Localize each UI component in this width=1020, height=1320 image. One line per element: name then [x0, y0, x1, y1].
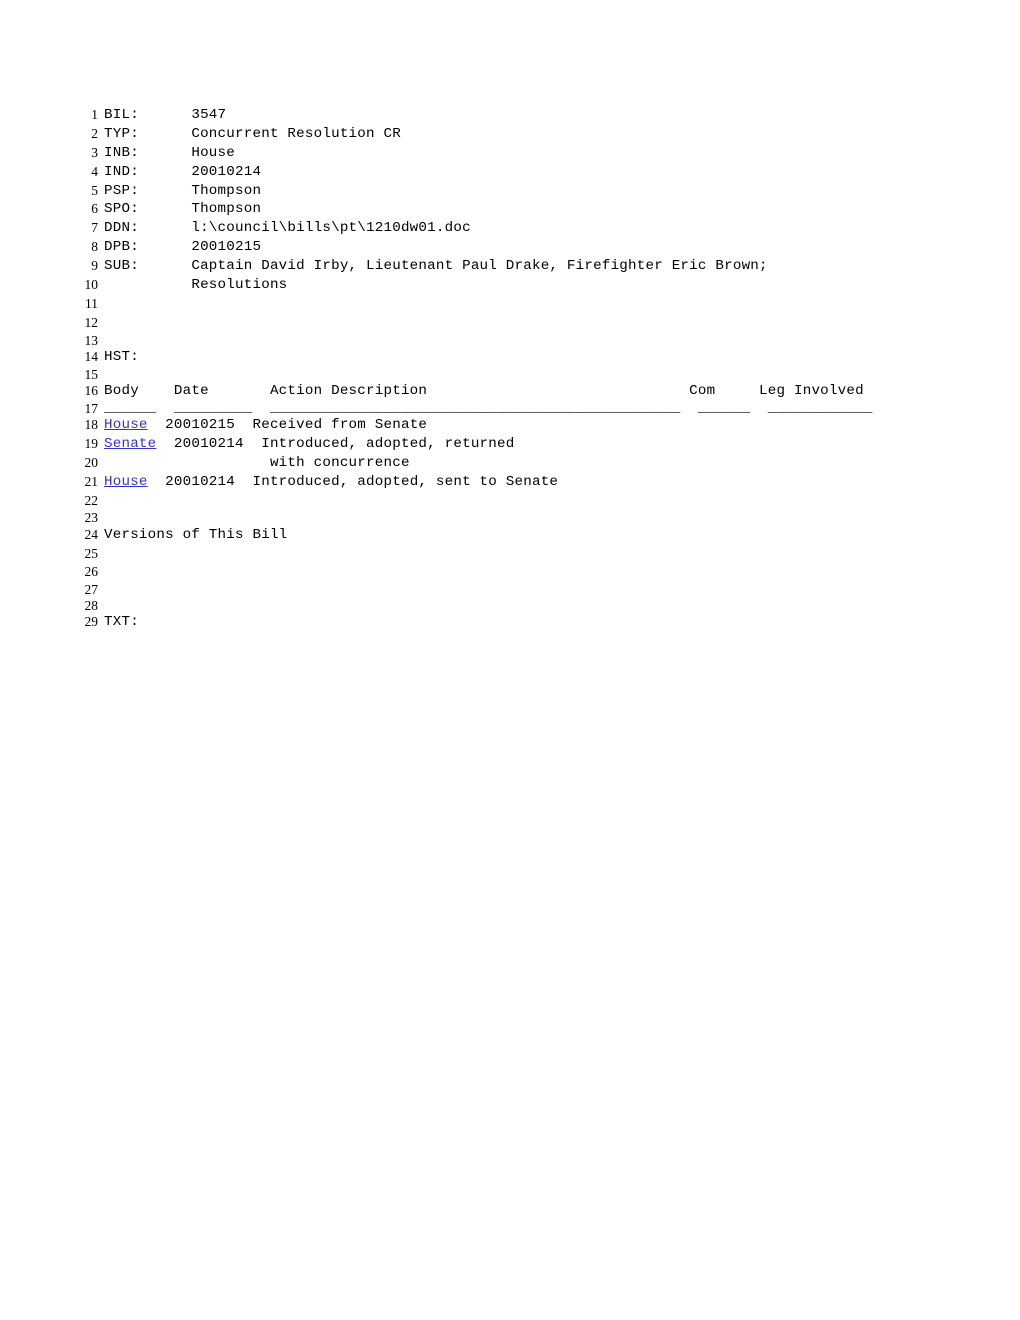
line-number: 1 — [91, 107, 98, 122]
history-column-rules: ______ _________ _______________________… — [104, 399, 873, 416]
line-number: 18 — [84, 417, 99, 433]
body-link-house[interactable]: House — [104, 417, 148, 433]
listing-line: 8 DPB: 20010215 — [72, 238, 952, 257]
history-row-content: House 20010214 Introduced, adopted, sent… — [104, 473, 558, 492]
listing-line: 10 Resolutions — [72, 276, 952, 295]
line-number: 14 — [84, 348, 99, 364]
listing-line: 6 SPO: Thompson — [72, 200, 952, 219]
line-number: 24 — [84, 526, 99, 542]
history-action-wrap: with concurrence — [104, 454, 410, 471]
listing-line: 15 — [72, 367, 952, 382]
line-number: 12 — [84, 314, 99, 330]
line-number: 16 — [84, 382, 99, 398]
document-page: 1 BIL: 3547 2 TYP: Concurrent Resolution… — [0, 0, 1020, 1320]
listing-line: 1 BIL: 3547 — [72, 106, 952, 125]
history-row-content: House 20010215 Received from Senate — [104, 416, 427, 435]
history-row-rest: 20010214 Introduced, adopted, returned — [156, 435, 515, 452]
listing-line: 13 — [72, 333, 952, 348]
line-number: 8 — [91, 239, 98, 255]
line-number: 20 — [84, 454, 99, 470]
listing-line: 7 DDN: l:\council\bills\pt\1210dw01.doc — [72, 219, 952, 238]
listing-line: 22 — [72, 492, 952, 511]
field-ddn: DDN: l:\council\bills\pt\1210dw01.doc — [104, 220, 471, 237]
history-row: 21 House 20010214 Introduced, adopted, s… — [72, 473, 952, 492]
field-typ: TYP: Concurrent Resolution CR — [104, 125, 401, 142]
listing-line: 11 — [72, 295, 952, 314]
body-link-house[interactable]: House — [104, 474, 148, 490]
field-psp: PSP: Thompson — [104, 182, 262, 199]
listing-line: 14 HST: — [72, 348, 952, 367]
field-ind: IND: 20010214 — [104, 163, 262, 180]
line-number: 13 — [84, 332, 99, 348]
line-number: 17 — [84, 400, 99, 416]
history-header-row: 16 Body Date Action Description Com Leg … — [72, 382, 952, 401]
line-number: 29 — [84, 613, 99, 629]
listing-line: 23 — [72, 510, 952, 525]
line-number: 15 — [84, 366, 99, 382]
line-number: 21 — [84, 473, 99, 489]
listing-line: 9 SUB: Captain David Irby, Lieutenant Pa… — [72, 257, 952, 276]
history-row: 18 House 20010215 Received from Senate — [72, 416, 952, 435]
listing-line: 28 — [72, 598, 952, 613]
listing-line: 3 INB: House — [72, 144, 952, 163]
field-sub-cont: Resolutions — [104, 277, 288, 294]
text-section-label: TXT: — [104, 613, 139, 630]
line-number: 22 — [84, 492, 99, 508]
line-number: 25 — [84, 545, 99, 561]
body-link-senate[interactable]: Senate — [104, 436, 156, 452]
line-number: 2 — [91, 125, 98, 141]
field-spo: SPO: Thompson — [104, 201, 262, 218]
line-number: 3 — [91, 144, 98, 160]
line-number: 6 — [91, 201, 98, 217]
history-row: 19 Senate 20010214 Introduced, adopted, … — [72, 435, 952, 454]
listing-line: 27 — [72, 582, 952, 597]
line-number: 4 — [91, 163, 98, 179]
history-column-headers: Body Date Action Description Com Leg Inv… — [104, 382, 864, 399]
line-number: 23 — [84, 510, 99, 526]
field-inb: INB: House — [104, 144, 236, 161]
listing-line: 25 — [72, 545, 952, 564]
history-section-label: HST: — [104, 348, 139, 365]
versions-heading-row: 24 Versions of This Bill — [72, 526, 952, 545]
versions-of-this-bill-heading: Versions of This Bill — [104, 526, 288, 543]
line-number: 5 — [91, 182, 98, 198]
line-number: 10 — [84, 277, 99, 293]
history-row-content: Senate 20010214 Introduced, adopted, ret… — [104, 435, 515, 454]
line-number: 26 — [84, 564, 99, 580]
history-row-continuation: 20 with concurrence — [72, 454, 952, 473]
listing-line: 4 IND: 20010214 — [72, 163, 952, 182]
line-number: 9 — [91, 258, 98, 274]
listing-line: 5 PSP: Thompson — [72, 182, 952, 201]
history-row-rest: 20010215 Received from Senate — [147, 417, 428, 434]
field-sub: SUB: Captain David Irby, Lieutenant Paul… — [104, 258, 768, 275]
bill-listing: 1 BIL: 3547 2 TYP: Concurrent Resolution… — [72, 106, 952, 632]
field-bil: BIL: 3547 — [104, 107, 227, 123]
listing-line: 12 — [72, 314, 952, 333]
line-number: 7 — [91, 220, 98, 236]
history-row-rest: 20010214 Introduced, adopted, sent to Se… — [147, 473, 559, 490]
listing-line: 26 — [72, 563, 952, 582]
line-number: 19 — [84, 435, 99, 451]
listing-line: 29 TXT: — [72, 613, 952, 632]
line-number: 27 — [84, 582, 99, 598]
listing-line: 2 TYP: Concurrent Resolution CR — [72, 125, 952, 144]
line-number: 28 — [84, 597, 99, 613]
line-number: 11 — [85, 295, 98, 311]
field-dpb: DPB: 20010215 — [104, 239, 262, 256]
history-rule-row: 17 ______ _________ ____________________… — [72, 399, 952, 416]
